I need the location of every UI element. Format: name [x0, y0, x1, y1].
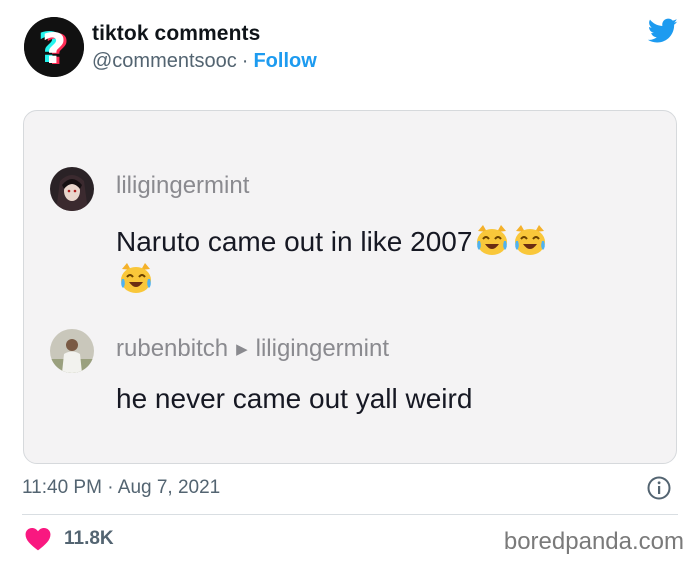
comment-text: Naruto came out in like 2007: [116, 223, 548, 258]
comment-body: Naruto came out in like 2007: [116, 226, 473, 257]
photo-avatar-icon: [50, 329, 94, 373]
tiktok-question-mark-icon: ? ? ?: [24, 17, 84, 77]
reply-username[interactable]: rubenbitch: [116, 335, 228, 362]
like-count[interactable]: 11.8K: [64, 528, 114, 550]
crying-laughing-cat-icon: [515, 225, 546, 255]
tweet-time: 11:40 PM: [22, 477, 102, 498]
crying-laughing-cat-icon: [477, 225, 508, 255]
handle-line: @commentsooc · Follow: [92, 50, 317, 73]
reply-arrow-icon: ▶: [236, 341, 248, 358]
svg-text:?: ?: [42, 24, 66, 73]
divider: [22, 514, 678, 515]
anime-avatar-icon: [50, 167, 94, 211]
separator: ·: [241, 50, 249, 72]
date-separator: ·: [107, 477, 114, 498]
tweet-card: ? ? ? tiktok comments @commentsooc · Follo…: [0, 0, 700, 565]
profile-avatar[interactable]: ? ? ?: [24, 17, 84, 77]
embedded-screenshot[interactable]: liligingermint Naruto came out in like 2…: [23, 110, 677, 464]
emoji-overflow-row: [116, 261, 154, 295]
user-handle[interactable]: @commentsooc: [92, 50, 237, 72]
follow-button[interactable]: Follow: [253, 50, 316, 72]
comment-username[interactable]: liligingermint: [116, 172, 249, 200]
tweet-date: Aug 7, 2021: [117, 477, 221, 498]
watermark: boredpanda.com: [503, 528, 684, 555]
reply-to-username[interactable]: liligingermint: [256, 335, 389, 362]
display-name[interactable]: tiktok comments: [92, 22, 260, 46]
info-icon[interactable]: [646, 475, 672, 501]
comment-avatar: [50, 167, 94, 211]
reply-header: rubenbitch ▶ liligingermint: [116, 335, 389, 363]
reply-avatar: [50, 329, 94, 373]
reply-text: he never came out yall weird: [116, 383, 473, 414]
tweet-timestamp[interactable]: 11:40 PM · Aug 7, 2021: [22, 477, 220, 499]
crying-laughing-cat-icon: [121, 263, 151, 293]
twitter-bird-icon[interactable]: [648, 18, 678, 44]
heart-icon[interactable]: [25, 527, 51, 551]
